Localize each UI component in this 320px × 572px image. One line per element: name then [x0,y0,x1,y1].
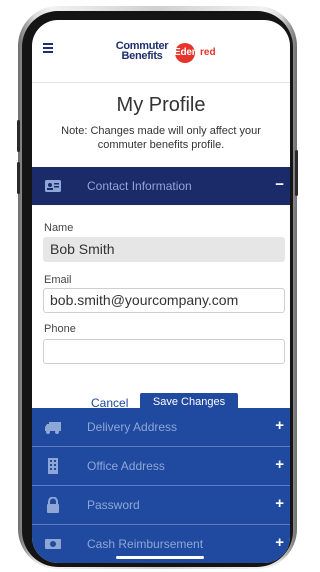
collapse-icon[interactable]: − [275,176,284,193]
logo-line2: Benefits [121,50,163,62]
expand-icon[interactable]: + [275,417,284,434]
profile-note: Note: Changes made will only affect your… [61,125,261,151]
phone-label: Phone [44,323,76,335]
logo-brand-a: Eden [174,47,198,58]
expand-icon[interactable]: + [275,534,284,551]
lock-icon [47,497,59,513]
section-contact-information[interactable]: Contact Information − [32,167,290,205]
cash-icon [45,539,61,549]
app-header: Commuter Benefits Eden red [32,20,290,83]
app-screen: Commuter Benefits Eden red My Profile No… [32,20,290,563]
building-icon [48,458,58,474]
home-indicator [116,556,204,559]
phone-side-button [17,162,20,194]
id-card-icon [45,180,61,192]
section-label: Delivery Address [87,420,178,434]
truck-icon [45,422,61,434]
page-title: My Profile [116,94,206,116]
section-label: Cash Reimbursement [87,537,204,551]
email-field[interactable]: bob.smith@yourcompany.com [43,288,285,313]
logo-text: Commuter Benefits [108,41,176,62]
phone-field[interactable] [43,339,285,364]
expand-icon[interactable]: + [275,456,284,473]
phone-side-button [295,150,298,196]
email-label: Email [44,274,72,286]
phone-side-button [17,120,20,152]
commuter-benefits-logo[interactable]: Commuter Benefits Eden red [108,41,223,69]
section-label: Contact Information [87,179,192,193]
section-delivery-address[interactable]: Delivery Address + [32,408,290,446]
hamburger-menu-icon[interactable] [43,43,53,55]
section-label: Office Address [87,459,165,473]
name-field: Bob Smith [43,237,285,262]
section-label: Password [87,498,140,512]
logo-brand-b: red [200,47,216,58]
name-label: Name [44,222,74,234]
section-password[interactable]: Password + [32,486,290,524]
section-office-address[interactable]: Office Address + [32,447,290,485]
expand-icon[interactable]: + [275,495,284,512]
